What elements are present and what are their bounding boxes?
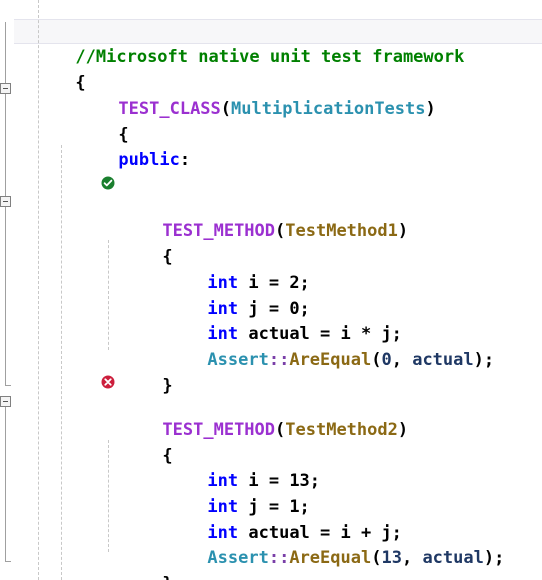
comma-token: , — [391, 349, 413, 370]
error-circle-icon[interactable] — [101, 375, 115, 389]
code-line-19[interactable]: Assert::AreEqual(13, actual); — [146, 520, 504, 568]
code-line-12[interactable]: Assert::AreEqual(0, actual); — [146, 322, 494, 370]
macro-token-test-method: TEST_METHOD — [162, 419, 276, 440]
areequal-function-token: AreEqual — [289, 547, 372, 568]
test-method-name-2: TestMethod2 — [285, 419, 398, 440]
assert-arg-actual: actual — [412, 349, 474, 370]
code-editor[interactable]: //Microsoft native unit test framework {… — [0, 0, 542, 580]
code-line-14[interactable]: TEST_METHOD(TestMethod2) — [101, 392, 408, 440]
code-line-13[interactable]: } — [101, 348, 172, 396]
code-line-4[interactable]: { — [57, 97, 128, 145]
paren-close: ) — [397, 419, 409, 440]
macro-token-test-class: TEST_CLASS — [118, 98, 221, 119]
paren-open: ( — [275, 220, 286, 241]
code-line-15[interactable]: { — [101, 418, 172, 466]
code-line-18[interactable]: int actual = i + j; — [146, 495, 401, 543]
code-text-layer[interactable]: //Microsoft native unit test framework {… — [0, 0, 542, 580]
paren-close: ) — [425, 98, 436, 119]
assert-arg-expected: 0 — [381, 349, 392, 370]
assert-arg-expected: 13 — [381, 547, 402, 568]
code-line-9[interactable]: int i = 2; — [146, 245, 309, 293]
paren-open: ( — [371, 547, 382, 568]
macro-token-test-method: TEST_METHOD — [162, 220, 276, 241]
code-line-8[interactable]: { — [101, 219, 172, 267]
comment-token: //Microsoft native unit test framework — [75, 46, 465, 67]
paren-close: ) — [397, 220, 409, 241]
code-line-11[interactable]: int actual = i * j; — [146, 296, 401, 344]
keyword-token-public: public — [118, 149, 180, 170]
assert-class-token: Assert — [207, 547, 269, 568]
areequal-function-token: AreEqual — [289, 349, 372, 370]
check-circle-icon[interactable] — [101, 176, 115, 190]
code-line-20[interactable]: } — [101, 546, 172, 580]
comma-token: , — [401, 547, 423, 568]
assert-arg-actual: actual — [422, 547, 484, 568]
paren-open: ( — [371, 349, 382, 370]
code-line-3[interactable]: TEST_CLASS(MultiplicationTests) — [57, 71, 435, 119]
scope-operator-token: :: — [268, 349, 290, 370]
code-line-7[interactable]: TEST_METHOD(TestMethod1) — [101, 193, 408, 241]
scope-operator-token: :: — [268, 547, 290, 568]
brace-token: } — [162, 574, 172, 580]
code-line-5[interactable]: public: — [57, 122, 190, 170]
paren-open: ( — [275, 419, 286, 440]
code-line-1[interactable]: //Microsoft native unit test framework — [14, 19, 464, 67]
code-line-21[interactable]: }; — [57, 572, 139, 580]
statement-tail: ); — [483, 547, 505, 568]
assert-class-token: Assert — [207, 349, 269, 370]
code-line-17[interactable]: int j = 1; — [146, 469, 309, 517]
class-name-token: MultiplicationTests — [231, 98, 426, 119]
test-method-name-1: TestMethod1 — [285, 220, 398, 241]
code-line-16[interactable]: int i = 13; — [146, 443, 320, 491]
code-line-2[interactable]: { — [14, 45, 85, 93]
code-line-10[interactable]: int j = 0; — [146, 271, 309, 319]
paren-open: ( — [220, 98, 232, 119]
statement-tail: ); — [473, 349, 495, 370]
colon-token: : — [179, 149, 191, 170]
